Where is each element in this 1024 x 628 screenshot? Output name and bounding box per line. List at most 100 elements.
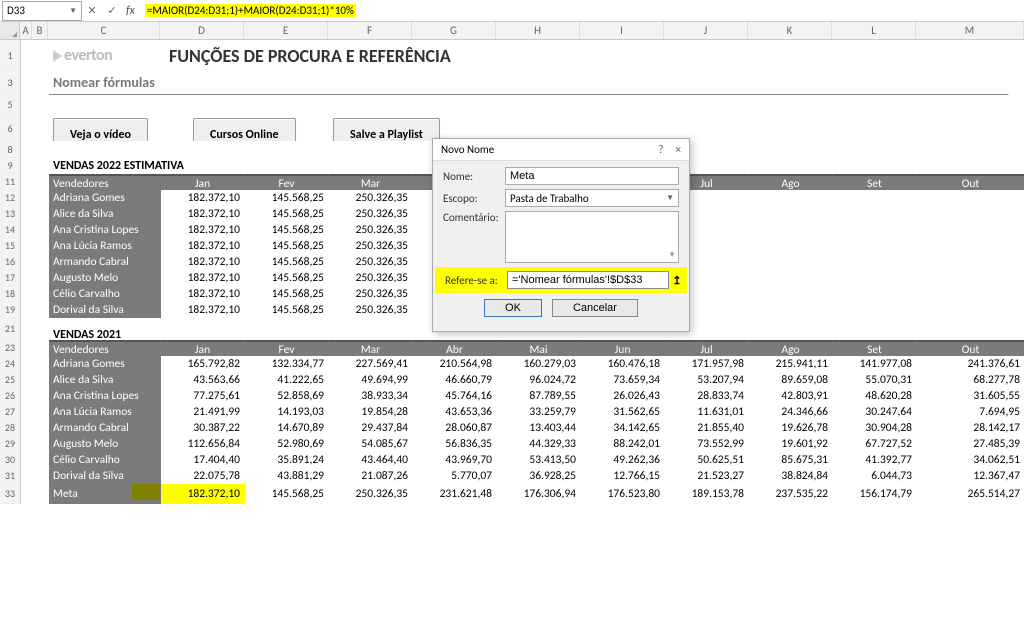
month-header: Fev [245,174,329,190]
data-cell: 19.626,78 [749,420,833,436]
row-header[interactable]: 16 [0,254,20,270]
row-header[interactable]: 9 [0,158,20,174]
row-header[interactable]: 27 [0,404,20,420]
est-cell: 250.326,35 [329,238,413,254]
data-cell: 30.904,28 [833,420,917,436]
row-header[interactable]: 28 [0,420,20,436]
row-header[interactable]: 8 [0,142,20,158]
cancel-formula-icon[interactable]: ✕ [82,4,102,17]
fx-icon[interactable]: fx [126,4,135,18]
vendas2021-title: VENDAS 2021 [49,318,349,340]
row-header[interactable]: 25 [0,372,20,388]
data-cell: 165.792,82 [161,356,245,372]
row-header[interactable]: 18 [0,286,20,302]
row-header[interactable]: 11 [0,174,20,190]
estimativa-title: VENDAS 2022 ESTIMATIVA [49,158,349,174]
comentario-input[interactable]: ▼ [505,211,679,263]
data-cell: 42.803,91 [749,388,833,404]
data-cell: 7.694,95 [917,404,1024,420]
chevron-down-icon: ▼ [666,193,674,203]
cancel-button[interactable]: Cancelar [552,299,638,317]
dialog-titlebar[interactable]: Novo Nome ? × [433,139,689,161]
row-header[interactable]: 12 [0,190,20,206]
data-cell: 34.062,51 [917,452,1024,468]
est-cell: 182.372,10 [161,238,245,254]
data-cell: 52.980,69 [245,436,329,452]
data-cell: 12.367,47 [917,468,1024,484]
month-header: Mar [329,340,413,356]
row-header[interactable]: 15 [0,238,20,254]
col-header[interactable]: D [160,22,244,39]
data-cell: 68.277,78 [917,372,1024,388]
col-header[interactable]: G [412,22,496,39]
row-header[interactable]: 13 [0,206,20,222]
data-cell: 73.552,99 [665,436,749,452]
name-box[interactable]: D33 ▼ [2,1,82,21]
data-cell: 28.142,17 [917,420,1024,436]
meta-cell: 231.621,48 [413,484,497,504]
vendor-name: Armando Cabral [49,420,161,436]
col-header[interactable]: C [48,22,160,39]
data-cell: 210.564,98 [413,356,497,372]
formula-input[interactable]: =MAIOR(D24:D31;1)+MAIOR(D24:D31;1)*10% [139,1,1024,21]
col-header[interactable]: K [748,22,832,39]
data-cell: 215.941,11 [749,356,833,372]
row-header[interactable]: 31 [0,468,20,484]
month-header: Fev [245,340,329,356]
row-header[interactable]: 29 [0,436,20,452]
collapse-dialog-icon[interactable]: ↥ [669,274,685,287]
col-header[interactable]: I [580,22,664,39]
video-button[interactable]: Veja o vídeo [49,116,189,142]
row-header[interactable]: 33 [0,484,20,504]
data-cell: 13.403,44 [497,420,581,436]
formula-bar: D33 ▼ ✕ ✓ fx =MAIOR(D24:D31;1)+MAIOR(D24… [0,0,1024,22]
data-cell: 11.631,01 [665,404,749,420]
row-header[interactable]: 1 [0,40,20,72]
est-cell: 182.372,10 [161,206,245,222]
data-cell: 24.346,66 [749,404,833,420]
row-header[interactable]: 24 [0,356,20,372]
row-header[interactable]: 17 [0,270,20,286]
col-header[interactable]: E [244,22,328,39]
accept-formula-icon[interactable]: ✓ [102,4,122,17]
row-header[interactable]: 30 [0,452,20,468]
data-cell: 41.222,65 [245,372,329,388]
data-cell: 88.242,01 [581,436,665,452]
est-cell: 182.372,10 [161,190,245,206]
data-cell: 29.437,84 [329,420,413,436]
close-icon[interactable]: × [676,143,681,156]
vendor-name: Adriana Gomes [49,190,161,206]
referese-input[interactable] [507,271,669,289]
col-header[interactable]: M [916,22,1024,39]
nome-input[interactable] [505,167,679,185]
ok-button[interactable]: OK [484,299,542,317]
data-cell: 43.464,40 [329,452,413,468]
help-icon[interactable]: ? [658,143,663,156]
row-header[interactable]: 5 [0,94,20,116]
col-header[interactable]: H [496,22,580,39]
escopo-select[interactable]: Pasta de Trabalho ▼ [505,189,679,207]
row-header[interactable]: 3 [0,72,20,94]
select-all-corner[interactable] [0,22,20,39]
col-header[interactable]: J [664,22,748,39]
row-header[interactable]: 21 [0,318,20,340]
data-cell: 50.625,51 [665,452,749,468]
nome-label: Nome: [443,170,505,183]
est-cell: 250.326,35 [329,206,413,222]
vendor-name: Adriana Gomes [49,356,161,372]
cursos-button[interactable]: Cursos Online [189,116,329,142]
row-header[interactable]: 14 [0,222,20,238]
row-header[interactable]: 23 [0,340,20,356]
escopo-label: Escopo: [443,192,505,205]
meta-cell: 176.306,94 [497,484,581,504]
col-header[interactable]: A [20,22,32,39]
month-header: Set [833,340,917,356]
row-header[interactable]: 19 [0,302,20,318]
chevron-down-icon[interactable]: ▼ [69,6,77,16]
col-header[interactable]: B [32,22,48,39]
row-header[interactable]: 6 [0,116,20,142]
col-header[interactable]: F [328,22,412,39]
data-cell: 36.928,25 [497,468,581,484]
row-header[interactable]: 26 [0,388,20,404]
col-header[interactable]: L [832,22,916,39]
